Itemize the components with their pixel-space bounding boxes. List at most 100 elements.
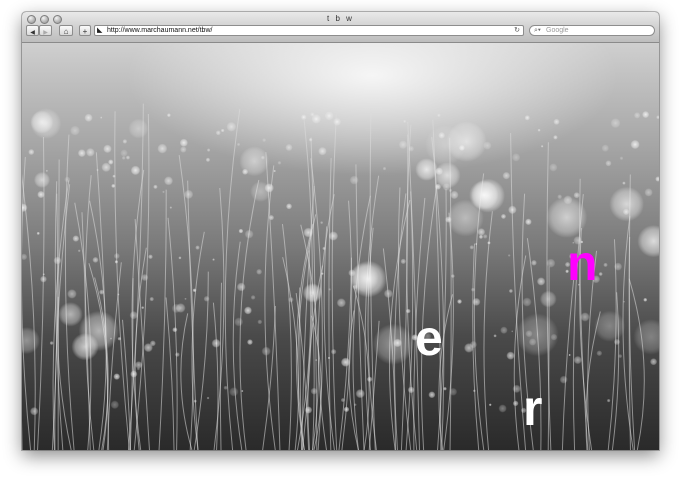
bokeh-dot (30, 108, 62, 139)
grass-blade (22, 156, 32, 450)
bokeh-dot (157, 143, 168, 154)
add-bookmark-button[interactable]: + (79, 25, 91, 36)
bokeh-dot (506, 351, 515, 360)
bokeh-dot (273, 169, 276, 173)
bokeh-dot (22, 327, 41, 355)
bokeh-dot (536, 277, 546, 286)
bokeh-dot (330, 348, 337, 355)
bokeh-dot (100, 116, 103, 119)
bokeh-dot (113, 373, 121, 380)
grass-blade (622, 216, 634, 450)
bokeh-dot (122, 139, 128, 144)
bokeh-dot (340, 397, 346, 403)
bokeh-dot (111, 183, 116, 188)
bokeh-dot (445, 216, 452, 223)
grass-blade (331, 114, 338, 450)
bokeh-dot (153, 184, 158, 190)
bokeh-dot (184, 189, 194, 200)
bokeh-dot (315, 358, 318, 362)
bokeh-dot (507, 254, 511, 257)
bokeh-dot (234, 317, 244, 327)
bokeh-dot (67, 289, 77, 299)
home-button[interactable]: ⌂ (59, 25, 73, 36)
nav-letter-e[interactable]: e (415, 313, 443, 363)
bokeh-dot (77, 249, 81, 253)
bokeh-dot (320, 272, 324, 276)
bokeh-dot (42, 273, 46, 276)
bokeh-dot (22, 253, 28, 261)
bokeh-dot (195, 245, 200, 250)
bokeh-dot (117, 336, 122, 341)
bokeh-dot (226, 121, 237, 132)
bokeh-dot (475, 242, 478, 246)
bokeh-dot (355, 388, 365, 399)
bokeh-dot (212, 258, 215, 261)
back-button[interactable]: ◀ (26, 25, 39, 36)
search-field[interactable]: ⌕▾ Google (529, 25, 655, 36)
bokeh-dot (546, 258, 556, 268)
bokeh-dot (328, 231, 339, 241)
bokeh-dot (178, 256, 182, 260)
bokeh-dot (656, 115, 659, 120)
bokeh-dot (327, 356, 331, 360)
bokeh-dot (469, 245, 474, 250)
bokeh-dot (84, 113, 93, 122)
forward-button[interactable]: ▶ (39, 25, 52, 36)
grass-blade (281, 224, 292, 450)
bokeh-dot (262, 138, 267, 143)
bokeh-dot (129, 311, 138, 320)
bokeh-dot (220, 128, 225, 133)
bokeh-dot (70, 125, 80, 136)
bokeh-dot (511, 153, 521, 162)
bokeh-dot (103, 144, 112, 154)
bokeh-dot (512, 400, 519, 407)
grass-blade (443, 212, 454, 450)
bokeh-dot (310, 112, 315, 117)
bokeh-dot (349, 175, 359, 185)
bokeh-dot (633, 319, 659, 355)
bokeh-dot (482, 234, 488, 239)
address-bar[interactable]: ◣ http://www.marchaumann.net/tbw/ ↻ (94, 25, 524, 36)
bokeh-dot (45, 169, 49, 172)
nav-letter-n[interactable]: n (567, 238, 598, 288)
bokeh-dot (148, 254, 153, 260)
bokeh-dot (442, 183, 451, 191)
grass-blade (57, 159, 60, 450)
bokeh-dot (531, 259, 537, 266)
bokeh-dot (256, 268, 263, 275)
bokeh-dot (206, 396, 210, 400)
grass-blade (212, 302, 219, 450)
grass-blade (158, 189, 167, 450)
bokeh-dot (450, 274, 455, 279)
bokeh-dot (573, 192, 580, 199)
bokeh-dot (500, 213, 507, 220)
bokeh-dot (58, 302, 83, 327)
nav-letter-r[interactable]: r (523, 383, 542, 433)
grass-blade (628, 278, 645, 450)
bokeh-dot (407, 386, 415, 394)
bokeh-dot (229, 387, 239, 397)
reload-icon[interactable]: ↻ (514, 26, 520, 36)
bokeh-dot (166, 113, 171, 118)
bokeh-dot (120, 149, 128, 157)
bokeh-dot (179, 138, 188, 147)
grass-blade (232, 241, 243, 450)
bokeh-dot (250, 295, 256, 300)
bokeh-dot (257, 319, 263, 325)
forward-arrow-icon: ▶ (43, 30, 48, 36)
bokeh-dot (348, 269, 356, 277)
bokeh-dot (553, 135, 558, 140)
bokeh-dot (53, 256, 62, 265)
bokeh-dot (609, 186, 645, 222)
url-text[interactable]: http://www.marchaumann.net/tbw/ (107, 26, 212, 36)
bokeh-dot (78, 310, 120, 352)
grass-blade (114, 111, 130, 450)
bokeh-dot (302, 283, 323, 303)
toolbar: ◀ ▶ ⌂ + ◣ http://www.marchaumann.net/tbw… (22, 25, 659, 41)
search-placeholder: Google (546, 27, 569, 34)
bokeh-dot (408, 145, 415, 152)
bokeh-dot (633, 112, 641, 119)
bokeh-dot (400, 258, 407, 265)
bokeh-dot (605, 160, 612, 167)
bokeh-dot (619, 156, 624, 161)
